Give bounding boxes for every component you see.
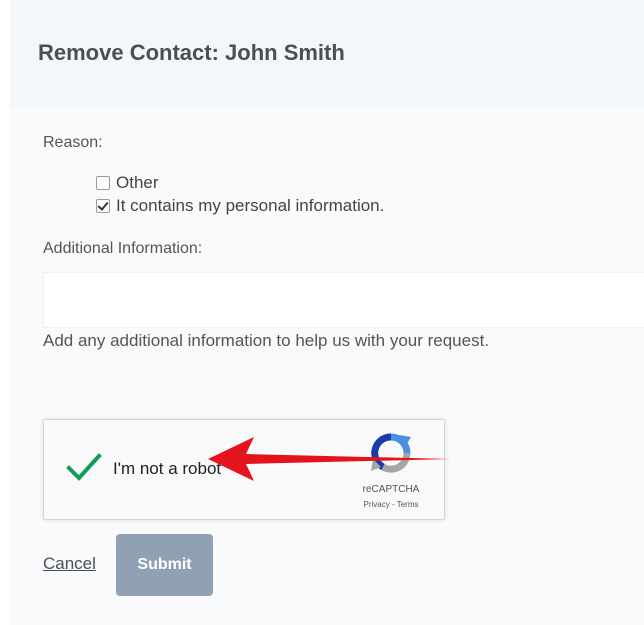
reason-personal-info-label: It contains my personal information.: [116, 196, 385, 215]
submit-button[interactable]: Submit: [116, 534, 213, 596]
reason-other-label: Other: [116, 173, 159, 192]
reason-other-checkbox[interactable]: [96, 176, 110, 190]
recaptcha-brand: reCAPTCHA: [362, 484, 420, 495]
reason-option-personal-info[interactable]: It contains my personal information.: [96, 196, 384, 216]
reason-option-other[interactable]: Other: [96, 173, 159, 193]
cancel-link[interactable]: Cancel: [43, 554, 96, 574]
recaptcha-checkmark-icon[interactable]: [66, 452, 102, 482]
modal-header: Remove Contact: John Smith: [10, 0, 644, 107]
reason-personal-info-checkbox[interactable]: [96, 199, 110, 213]
recaptcha-privacy-terms-link[interactable]: Privacy - Terms: [344, 500, 438, 510]
recaptcha-label: I'm not a robot: [113, 459, 222, 478]
additional-information-label: Additional Information:: [43, 240, 203, 257]
red-arrow-annotation: [208, 437, 450, 481]
reason-label: Reason:: [43, 134, 103, 151]
additional-information-field[interactable]: [43, 272, 644, 328]
modal-body: Reason: Other It contains my personal in…: [10, 107, 644, 625]
additional-information-help-text: Add any additional information to help u…: [43, 331, 490, 350]
modal-title: Remove Contact: John Smith: [38, 40, 345, 65]
